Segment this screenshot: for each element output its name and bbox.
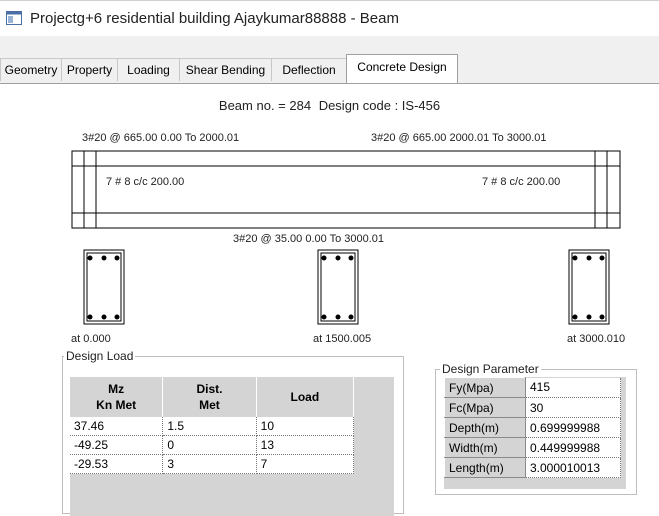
column-header-load: Load <box>256 377 355 417</box>
table-row[interactable]: Width(m) 0.449999988 <box>444 437 621 458</box>
table-cell[interactable]: 37.46 <box>70 417 164 436</box>
design-load-table: Mz Kn Met Dist. Met Load 37.46 1.5 10 -49.… <box>70 377 394 516</box>
table-row[interactable]: 37.46 1.5 10 <box>70 417 355 436</box>
right-stirrup-label: 7 # 8 c/c 200.00 <box>482 176 561 188</box>
table-cell[interactable]: 10 <box>256 417 355 436</box>
table-cell[interactable]: 1.5 <box>162 417 257 436</box>
param-value[interactable]: 30 <box>525 397 621 418</box>
table-cell[interactable]: 0 <box>162 435 257 455</box>
table-cell[interactable]: -49.25 <box>70 435 164 455</box>
design-parameter-title: Design Parameter <box>440 362 541 376</box>
left-stirrup-label: 7 # 8 c/c 200.00 <box>106 176 185 188</box>
section-label-start: at 0.000 <box>71 333 111 345</box>
cross-section-right <box>568 249 610 325</box>
table-row[interactable]: Fc(Mpa) 30 <box>444 397 621 418</box>
param-key: Length(m) <box>444 457 526 478</box>
param-key: Fc(Mpa) <box>444 397 526 418</box>
tab-concrete-design[interactable]: Concrete Design <box>346 54 458 83</box>
param-value[interactable]: 0.699999988 <box>525 417 621 438</box>
column-header-dist: Dist. Met <box>162 377 257 417</box>
param-value[interactable]: 0.449999988 <box>525 437 621 458</box>
param-key: Fy(Mpa) <box>444 377 526 398</box>
section-label-end: at 3000.010 <box>567 333 626 345</box>
table-row[interactable]: -49.25 0 13 <box>70 435 355 455</box>
table-cell[interactable]: 3 <box>162 454 257 474</box>
param-key: Depth(m) <box>444 417 526 438</box>
design-load-title: Design Load <box>64 349 136 363</box>
table-row[interactable]: Length(m) 3.000010013 <box>444 457 621 478</box>
design-parameter-table: Fy(Mpa) 415 Fc(Mpa) 30 Depth(m) 0.699999… <box>444 377 626 489</box>
param-value[interactable]: 3.000010013 <box>525 457 621 478</box>
table-row[interactable]: Fy(Mpa) 415 <box>444 377 621 398</box>
beam-elevation <box>71 150 621 229</box>
column-header-mz: Mz Kn Met <box>70 377 164 417</box>
cross-section-left <box>83 249 125 325</box>
section-label-mid: at 1500.005 <box>313 333 372 345</box>
table-cell[interactable]: 7 <box>256 454 355 474</box>
bottom-rebar-label: 3#20 @ 35.00 0.00 To 3000.01 <box>233 233 385 245</box>
table-cell[interactable]: 13 <box>256 435 355 455</box>
param-value[interactable]: 415 <box>525 377 621 398</box>
table-row[interactable]: Depth(m) 0.699999988 <box>444 417 621 438</box>
cross-section-mid <box>317 249 359 325</box>
table-cell[interactable]: -29.53 <box>70 454 164 474</box>
param-key: Width(m) <box>444 437 526 458</box>
table-row[interactable]: -29.53 3 7 <box>70 454 355 474</box>
